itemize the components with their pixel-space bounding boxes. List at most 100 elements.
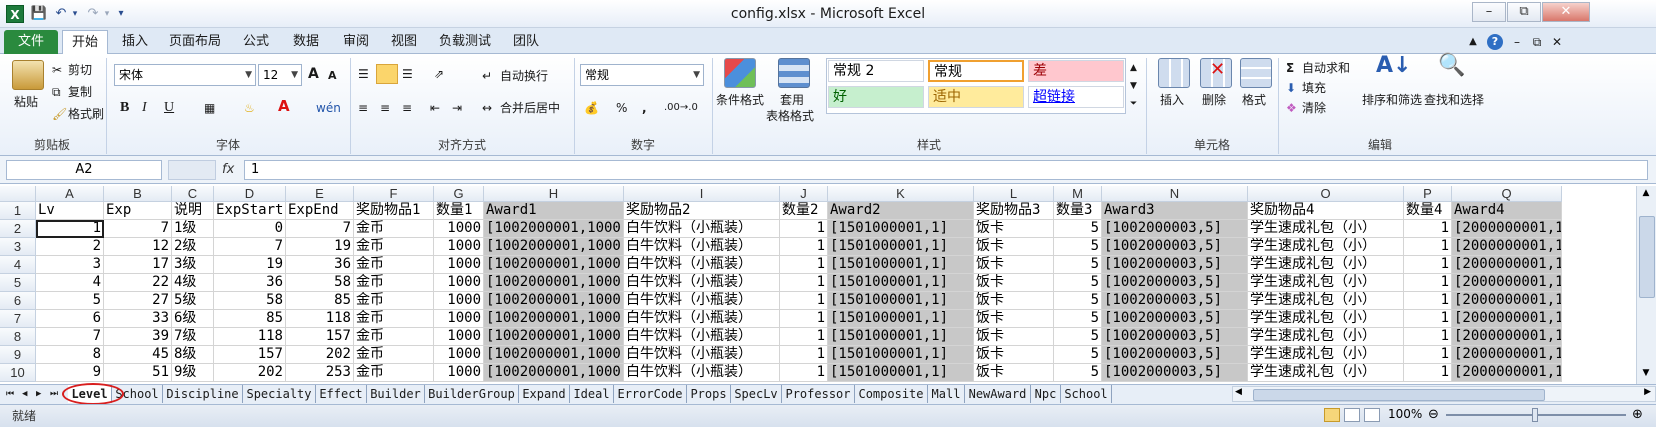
align-left-icon[interactable]: ≡ bbox=[358, 100, 368, 116]
grid-cell[interactable]: 1 bbox=[780, 274, 828, 292]
grid-cell[interactable]: 51 bbox=[104, 364, 172, 382]
grid-cell[interactable]: 数量2 bbox=[780, 202, 828, 220]
grid-cell[interactable]: 8 bbox=[36, 346, 104, 364]
grid-cell[interactable]: 202 bbox=[286, 346, 354, 364]
decrease-indent-icon[interactable]: ⇤ bbox=[430, 100, 440, 116]
row-header[interactable]: 2 bbox=[0, 220, 36, 238]
scroll-down-icon[interactable]: ▼ bbox=[1639, 368, 1653, 382]
sheet-tab[interactable]: SpecLv bbox=[731, 385, 782, 403]
grid-cell[interactable]: 1 bbox=[780, 238, 828, 256]
column-header[interactable]: D bbox=[214, 186, 286, 202]
grid-cell[interactable]: [1002000001,1000] bbox=[484, 220, 624, 238]
find-select-icon[interactable]: 🔍 bbox=[1438, 55, 1465, 77]
grid-cell[interactable]: [2000000001,1 bbox=[1452, 292, 1562, 310]
grid-cell[interactable]: 白牛饮料（小瓶装） bbox=[624, 256, 780, 274]
borders-icon[interactable]: ▦ bbox=[204, 100, 215, 116]
gallery-more-icon[interactable]: ⏷ bbox=[1130, 96, 1137, 112]
grid-cell[interactable]: 8级 bbox=[172, 346, 214, 364]
grid-cell[interactable]: 饭卡 bbox=[974, 328, 1054, 346]
grid-cell[interactable]: 数量3 bbox=[1054, 202, 1102, 220]
row-header[interactable]: 4 bbox=[0, 256, 36, 274]
grid-cell[interactable]: [1002000001,1000] bbox=[484, 346, 624, 364]
grid-cell[interactable]: 1000 bbox=[434, 310, 484, 328]
row-header[interactable]: 9 bbox=[0, 346, 36, 364]
minimize-button[interactable]: – bbox=[1472, 2, 1506, 22]
grid-cell[interactable]: 学生速成礼包（小） bbox=[1248, 274, 1404, 292]
grid-cell[interactable]: [1501000001,1] bbox=[828, 292, 974, 310]
column-header[interactable]: H bbox=[484, 186, 624, 202]
grid-cell[interactable]: 金币 bbox=[354, 310, 434, 328]
tab-review[interactable]: 审阅 bbox=[334, 30, 378, 54]
row-header[interactable]: 10 bbox=[0, 364, 36, 382]
clear-icon[interactable]: ❖ bbox=[1286, 100, 1297, 116]
doc-restore-icon[interactable]: ⧉ bbox=[1528, 30, 1546, 54]
grid-cell[interactable]: [1002000001,1000] bbox=[484, 292, 624, 310]
zoom-out-icon[interactable]: ⊖ bbox=[1428, 407, 1439, 422]
grid-cell[interactable]: 金币 bbox=[354, 346, 434, 364]
grid-cell[interactable]: 36 bbox=[214, 274, 286, 292]
gallery-down-icon[interactable]: ▼ bbox=[1130, 78, 1137, 94]
grid-cell[interactable]: 1 bbox=[1404, 274, 1452, 292]
grid-cell[interactable]: [1002000001,1000] bbox=[484, 256, 624, 274]
grid-cell[interactable]: 白牛饮料（小瓶装） bbox=[624, 328, 780, 346]
grid-cell[interactable]: 说明 bbox=[172, 202, 214, 220]
sheet-tab[interactable]: Discipline bbox=[163, 385, 243, 403]
grid-cell[interactable]: 27 bbox=[104, 292, 172, 310]
delete-cells-button[interactable]: 删除 bbox=[1202, 92, 1226, 108]
grid-cell[interactable]: [2000000001,1 bbox=[1452, 256, 1562, 274]
last-sheet-icon[interactable]: ⏭ bbox=[50, 385, 58, 403]
fill-icon[interactable]: ⬇ bbox=[1286, 80, 1296, 96]
grow-font-button[interactable]: A bbox=[308, 66, 319, 82]
shrink-font-button[interactable]: A bbox=[328, 68, 337, 84]
copy-button[interactable]: 复制 bbox=[68, 84, 92, 100]
grid-cell[interactable]: 1 bbox=[780, 220, 828, 238]
grid-cell[interactable]: 饭卡 bbox=[974, 310, 1054, 328]
grid-cell[interactable]: [1501000001,1] bbox=[828, 310, 974, 328]
grid-cell[interactable]: [1501000001,1] bbox=[828, 274, 974, 292]
style-good[interactable]: 好 bbox=[828, 86, 924, 108]
grid-cell[interactable]: 1 bbox=[1404, 328, 1452, 346]
grid-cell[interactable]: 5级 bbox=[172, 292, 214, 310]
grid-cell[interactable]: 白牛饮料（小瓶装） bbox=[624, 274, 780, 292]
grid-cell[interactable]: 1000 bbox=[434, 220, 484, 238]
zoom-in-icon[interactable]: ⊕ bbox=[1632, 407, 1643, 422]
grid-cell[interactable]: 奖励物品2 bbox=[624, 202, 780, 220]
grid-cell[interactable]: 奖励物品1 bbox=[354, 202, 434, 220]
grid-cell[interactable]: 1 bbox=[36, 220, 104, 238]
grid-cell[interactable]: 金币 bbox=[354, 274, 434, 292]
sort-filter-button[interactable]: 排序和筛选 bbox=[1362, 92, 1422, 108]
sheet-tab[interactable]: Professor bbox=[782, 385, 855, 403]
tab-insert[interactable]: 插入 bbox=[112, 30, 158, 54]
grid-cell[interactable]: 金币 bbox=[354, 220, 434, 238]
grid-cell[interactable]: 1 bbox=[1404, 238, 1452, 256]
grid-cell[interactable]: 白牛饮料（小瓶装） bbox=[624, 292, 780, 310]
sheet-tab[interactable]: Expand bbox=[519, 385, 570, 403]
grid-cell[interactable]: 1000 bbox=[434, 364, 484, 382]
tab-data[interactable]: 数据 bbox=[284, 30, 328, 54]
grid-cell[interactable]: 5 bbox=[1054, 274, 1102, 292]
grid-cell[interactable]: [2000000001,1 bbox=[1452, 238, 1562, 256]
sheet-tab[interactable]: Props bbox=[687, 385, 731, 403]
grid-cell[interactable]: [1501000001,1] bbox=[828, 238, 974, 256]
name-box[interactable]: A2 bbox=[6, 160, 162, 180]
insert-cells-icon[interactable] bbox=[1158, 58, 1190, 88]
horizontal-scroll-thumb[interactable] bbox=[1253, 389, 1545, 401]
grid-cell[interactable]: 17 bbox=[104, 256, 172, 274]
grid-cell[interactable]: 1000 bbox=[434, 346, 484, 364]
grid-cell[interactable]: 7 bbox=[214, 238, 286, 256]
grid-cell[interactable]: 白牛饮料（小瓶装） bbox=[624, 238, 780, 256]
paste-icon[interactable] bbox=[12, 60, 44, 90]
grid-cell[interactable]: 1 bbox=[1404, 256, 1452, 274]
grid-cell[interactable]: [1002000003,5] bbox=[1102, 310, 1248, 328]
grid-cell[interactable]: 学生速成礼包（小） bbox=[1248, 292, 1404, 310]
grid-cell[interactable]: [1002000003,5] bbox=[1102, 220, 1248, 238]
sheet-tab[interactable]: Ideal bbox=[570, 385, 614, 403]
font-name-combo[interactable]: 宋体 ▼ bbox=[114, 64, 256, 86]
grid-cell[interactable]: 饭卡 bbox=[974, 256, 1054, 274]
grid-cell[interactable]: [1002000001,1000] bbox=[484, 238, 624, 256]
grid-cell[interactable]: 白牛饮料（小瓶装） bbox=[624, 310, 780, 328]
grid-cell[interactable]: 1 bbox=[780, 328, 828, 346]
grid-cell[interactable]: 7级 bbox=[172, 328, 214, 346]
grid-cell[interactable]: [1002000003,5] bbox=[1102, 346, 1248, 364]
format-cells-button[interactable]: 格式 bbox=[1242, 92, 1266, 108]
